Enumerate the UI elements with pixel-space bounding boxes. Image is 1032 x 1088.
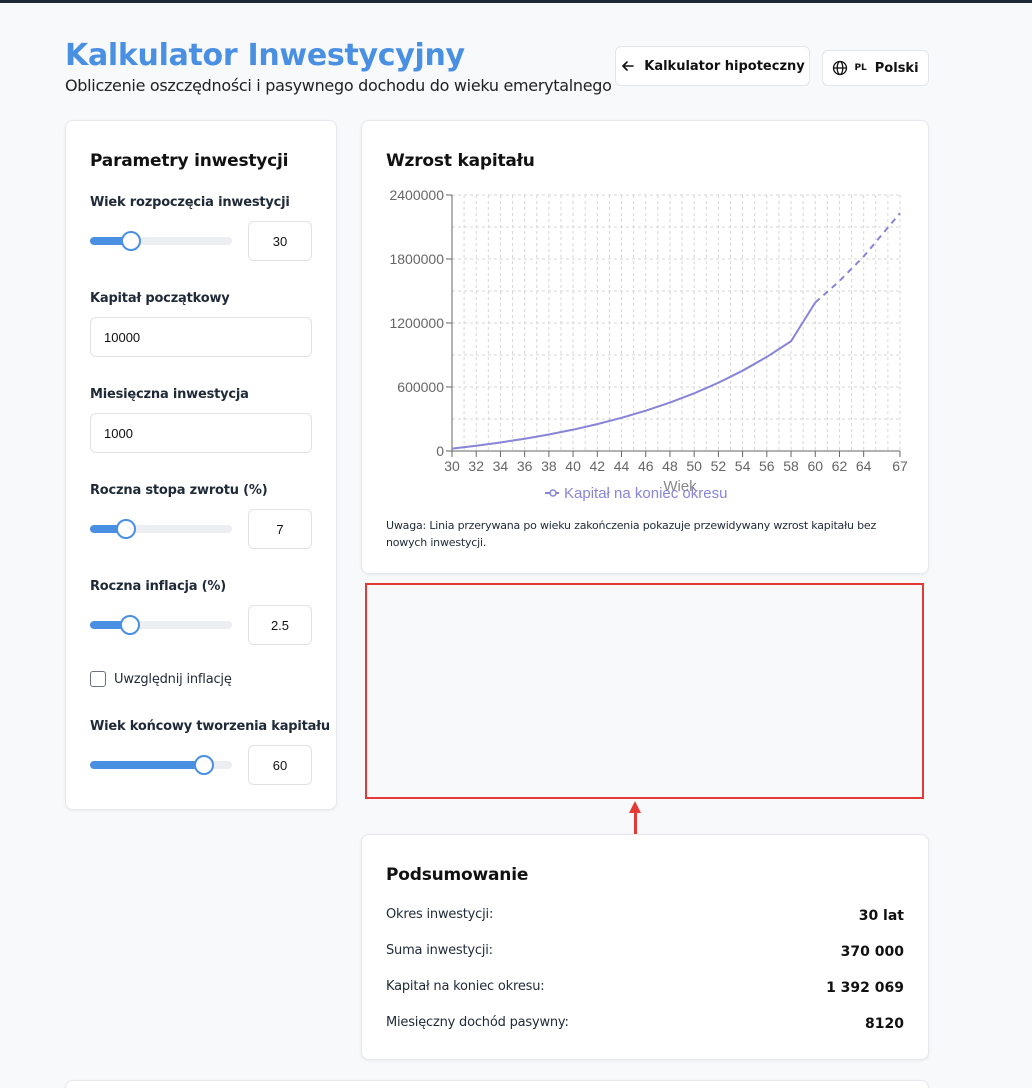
y-tick-label: 2400000	[389, 187, 444, 203]
summary-label-period: Okres inwestycji:	[386, 907, 494, 922]
arrow-left-icon	[622, 61, 635, 71]
x-tick-label: 62	[832, 458, 848, 474]
slider-fill	[90, 761, 204, 769]
return-rate-input[interactable]: 7	[248, 509, 312, 549]
x-tick-label: 38	[541, 458, 557, 474]
end-age-label: Wiek końcowy tworzenia kapitału	[90, 719, 330, 734]
summary-label-final-capital: Kapitał na koniec okresu:	[386, 979, 545, 994]
y-tick-label: 1200000	[389, 315, 444, 331]
highlighted-empty-region	[365, 583, 924, 799]
language-label: Polski	[874, 60, 919, 76]
y-tick-label: 0	[436, 443, 444, 459]
summary-label-passive-income: Miesięczny dochód pasywny:	[386, 1015, 569, 1030]
x-tick-label: 60	[807, 458, 823, 474]
x-tick-label: 46	[638, 458, 654, 474]
summary-label-total-invested: Suma inwestycji:	[386, 943, 493, 958]
language-code: PL	[854, 63, 867, 73]
include-inflation-label: Uwzględnij inflację	[114, 672, 232, 687]
summary-value-final-capital: 1 392 069	[826, 980, 904, 996]
slider-thumb[interactable]	[121, 231, 142, 251]
x-tick-label: 34	[493, 458, 509, 474]
x-tick-label: 48	[662, 458, 678, 474]
x-tick-label: 30	[444, 458, 460, 474]
x-tick-label: 58	[783, 458, 799, 474]
return-rate-label: Roczna stopa zwrotu (%)	[90, 483, 268, 498]
x-tick-label: 56	[759, 458, 775, 474]
summary-value-passive-income: 8120	[865, 1016, 904, 1032]
y-tick-label: 1800000	[389, 251, 444, 267]
x-tick-label: 42	[590, 458, 606, 474]
capital-growth-card: Wzrost kapitału 0 600000 1200000 1800000 240…	[361, 120, 929, 574]
inflation-input[interactable]: 2.5	[248, 605, 312, 645]
start-age-slider[interactable]	[90, 231, 232, 251]
x-tick-label: 64	[856, 458, 872, 474]
legend-marker	[549, 489, 557, 497]
globe-icon	[833, 60, 848, 76]
chart-title: Wzrost kapitału	[386, 151, 535, 171]
initial-capital-label: Kapitał początkowy	[90, 291, 230, 306]
slider-thumb[interactable]	[115, 519, 136, 539]
chart-note: Uwaga: Linia przerywana po wieku zakończ…	[386, 519, 877, 549]
mortgage-button-label: Kalkulator hipoteczny	[644, 58, 805, 74]
monthly-investment-label: Miesięczna inwestycja	[90, 387, 249, 402]
inflation-slider[interactable]	[90, 615, 232, 635]
start-age-label: Wiek rozpoczęcia inwestycji	[90, 195, 290, 210]
start-age-input[interactable]: 30	[248, 221, 312, 261]
capital-growth-chart: 0 600000 1200000 1800000 2400000 30 32 34 36 38 40…	[389, 187, 908, 502]
x-tick-label: 67	[892, 458, 908, 474]
summary-title: Podsumowanie	[386, 865, 529, 885]
summary-value-total-invested: 370 000	[840, 944, 904, 960]
x-tick-label: 32	[468, 458, 484, 474]
red-arrow-shaft	[634, 812, 637, 834]
slider-thumb[interactable]	[193, 755, 214, 775]
slider-thumb[interactable]	[119, 615, 140, 635]
x-tick-label: 52	[711, 458, 727, 474]
investment-parameters-card: Parametry inwestycji Wiek rozpoczęcia in…	[65, 120, 337, 810]
mortgage-calculator-button[interactable]: Kalkulator hipoteczny	[615, 46, 810, 86]
params-title: Parametry inwestycji	[90, 151, 289, 171]
x-tick-label: 40	[565, 458, 581, 474]
end-age-slider[interactable]	[90, 755, 232, 775]
page-subtitle: Obliczenie oszczędności i pasywnego doch…	[65, 76, 612, 95]
projection-line-dashed	[814, 212, 901, 304]
language-select-button[interactable]: PL Polski	[822, 50, 929, 86]
monthly-investment-input[interactable]: 1000	[90, 413, 312, 453]
return-rate-slider[interactable]	[90, 519, 232, 539]
x-tick-label: 44	[614, 458, 630, 474]
page-title: Kalkulator Inwestycyjny	[65, 38, 465, 73]
legend-label: Kapitał na koniec okresu	[564, 485, 727, 502]
end-age-input[interactable]: 60	[248, 745, 312, 785]
summary-card: Podsumowanie Okres inwestycji: 30 lat Su…	[361, 834, 929, 1060]
y-tick-label: 600000	[397, 379, 444, 395]
x-tick-label: 54	[735, 458, 751, 474]
next-card-partial	[65, 1080, 929, 1088]
x-tick-label: 50	[686, 458, 702, 474]
summary-value-period: 30 lat	[858, 908, 904, 924]
x-tick-label: 36	[517, 458, 533, 474]
inflation-label: Roczna inflacja (%)	[90, 579, 226, 594]
include-inflation-checkbox[interactable]	[90, 671, 106, 687]
window-top-bar	[0, 0, 1032, 3]
initial-capital-input[interactable]: 10000	[90, 317, 312, 357]
